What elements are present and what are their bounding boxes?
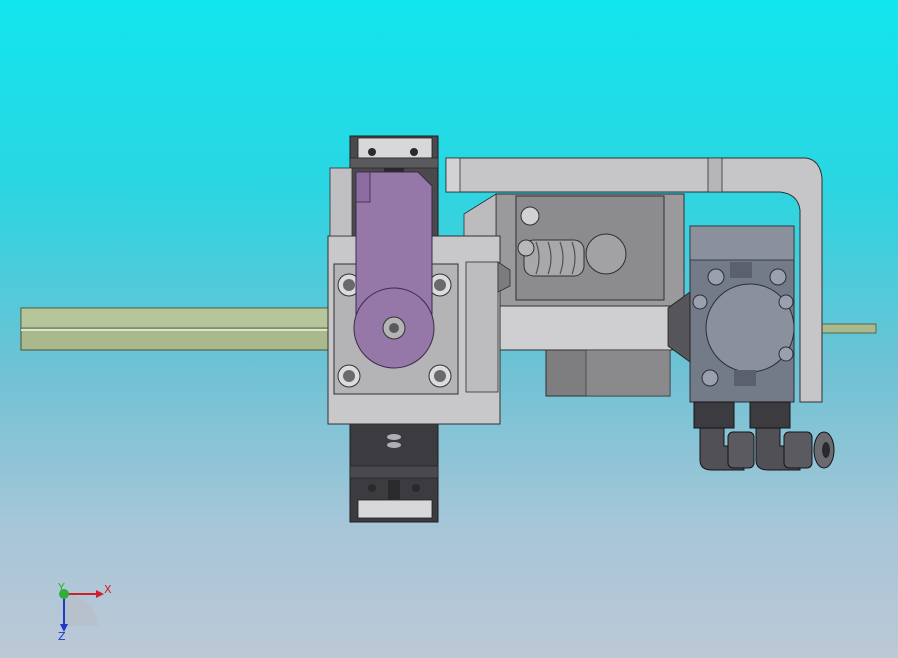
x-axis-label: X (104, 583, 112, 596)
orientation-triad[interactable]: X Y Z (57, 581, 112, 643)
assembly-model[interactable]: X Y Z (0, 0, 898, 658)
bottom-clamp-block[interactable] (349, 423, 439, 523)
y-axis-label: Y (57, 581, 65, 594)
z-axis-label: Z (58, 630, 66, 643)
pneumatic-fittings[interactable] (693, 401, 835, 471)
x-axis-arrow (96, 590, 104, 598)
cad-viewport[interactable]: X Y Z (0, 0, 898, 658)
guide-rail[interactable] (20, 307, 334, 351)
air-cylinder[interactable] (667, 225, 795, 403)
